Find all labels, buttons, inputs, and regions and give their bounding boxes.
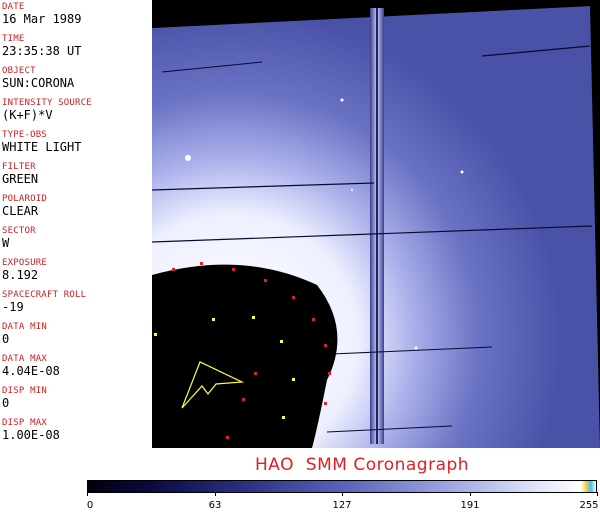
header-field: SECTOR W bbox=[2, 226, 36, 250]
colorbar-tick bbox=[215, 492, 216, 496]
field-value: CLEAR bbox=[2, 204, 39, 218]
header-field: SPACECRAFT ROLL -19 bbox=[2, 290, 86, 314]
field-value: 4.04E-08 bbox=[2, 364, 60, 378]
colorbar-tick bbox=[342, 492, 343, 496]
field-value: (K+F)*V bbox=[2, 108, 53, 122]
header-field: EXPOSURE 8.192 bbox=[2, 258, 47, 282]
field-value: WHITE LIGHT bbox=[2, 140, 82, 154]
field-value: SUN:CORONA bbox=[2, 76, 75, 90]
colorbar-tick-label: 127 bbox=[332, 500, 352, 511]
colorbar-tick-label: 255 bbox=[579, 500, 599, 511]
header-field: DISP MIN 0 bbox=[2, 386, 47, 410]
field-value: 16 Mar 1989 bbox=[2, 12, 82, 26]
field-value: 23:35:38 UT bbox=[2, 44, 82, 58]
header-field: DISP MAX 1.00E-08 bbox=[2, 418, 60, 442]
header-field: TYPE-OBS WHITE LIGHT bbox=[2, 130, 81, 154]
header-field: DATA MAX 4.04E-08 bbox=[2, 354, 60, 378]
field-value: 1.00E-08 bbox=[2, 428, 60, 442]
field-value: -19 bbox=[2, 300, 24, 314]
header-field: FILTER GREEN bbox=[2, 162, 38, 186]
colorbar-tick bbox=[87, 492, 88, 496]
field-value: GREEN bbox=[2, 172, 39, 186]
colorbar-tick-label: 191 bbox=[460, 500, 480, 511]
header-field: DATA MIN 0 bbox=[2, 322, 47, 346]
header-field: OBJECT SUN:CORONA bbox=[2, 66, 74, 90]
colorbar-tick-label: 0 bbox=[86, 500, 94, 511]
field-value: 0 bbox=[2, 332, 10, 346]
header-field: POLAROID CLEAR bbox=[2, 194, 47, 218]
field-value: W bbox=[2, 236, 10, 250]
colorbar-tick bbox=[597, 492, 598, 496]
colorbar-tick-label: 63 bbox=[208, 500, 222, 511]
field-value: 0 bbox=[2, 396, 10, 410]
corona-image-svg bbox=[152, 0, 600, 448]
header-field: DATE 16 Mar 1989 bbox=[2, 2, 81, 26]
field-value: 8.192 bbox=[2, 268, 39, 282]
instrument-caption: HAO SMM Coronagraph bbox=[255, 455, 470, 475]
colorbar-tick bbox=[470, 492, 471, 496]
occulting-disk bbox=[152, 264, 338, 448]
header-info-panel: DATE 16 Mar 1989 TIME 23:35:38 UT OBJECT SUN:… bbox=[0, 0, 153, 448]
header-field: INTENSITY SOURCE (K+F)*V bbox=[2, 98, 92, 122]
header-field: TIME 23:35:38 UT bbox=[2, 34, 81, 58]
coronagraph-image bbox=[152, 0, 600, 448]
